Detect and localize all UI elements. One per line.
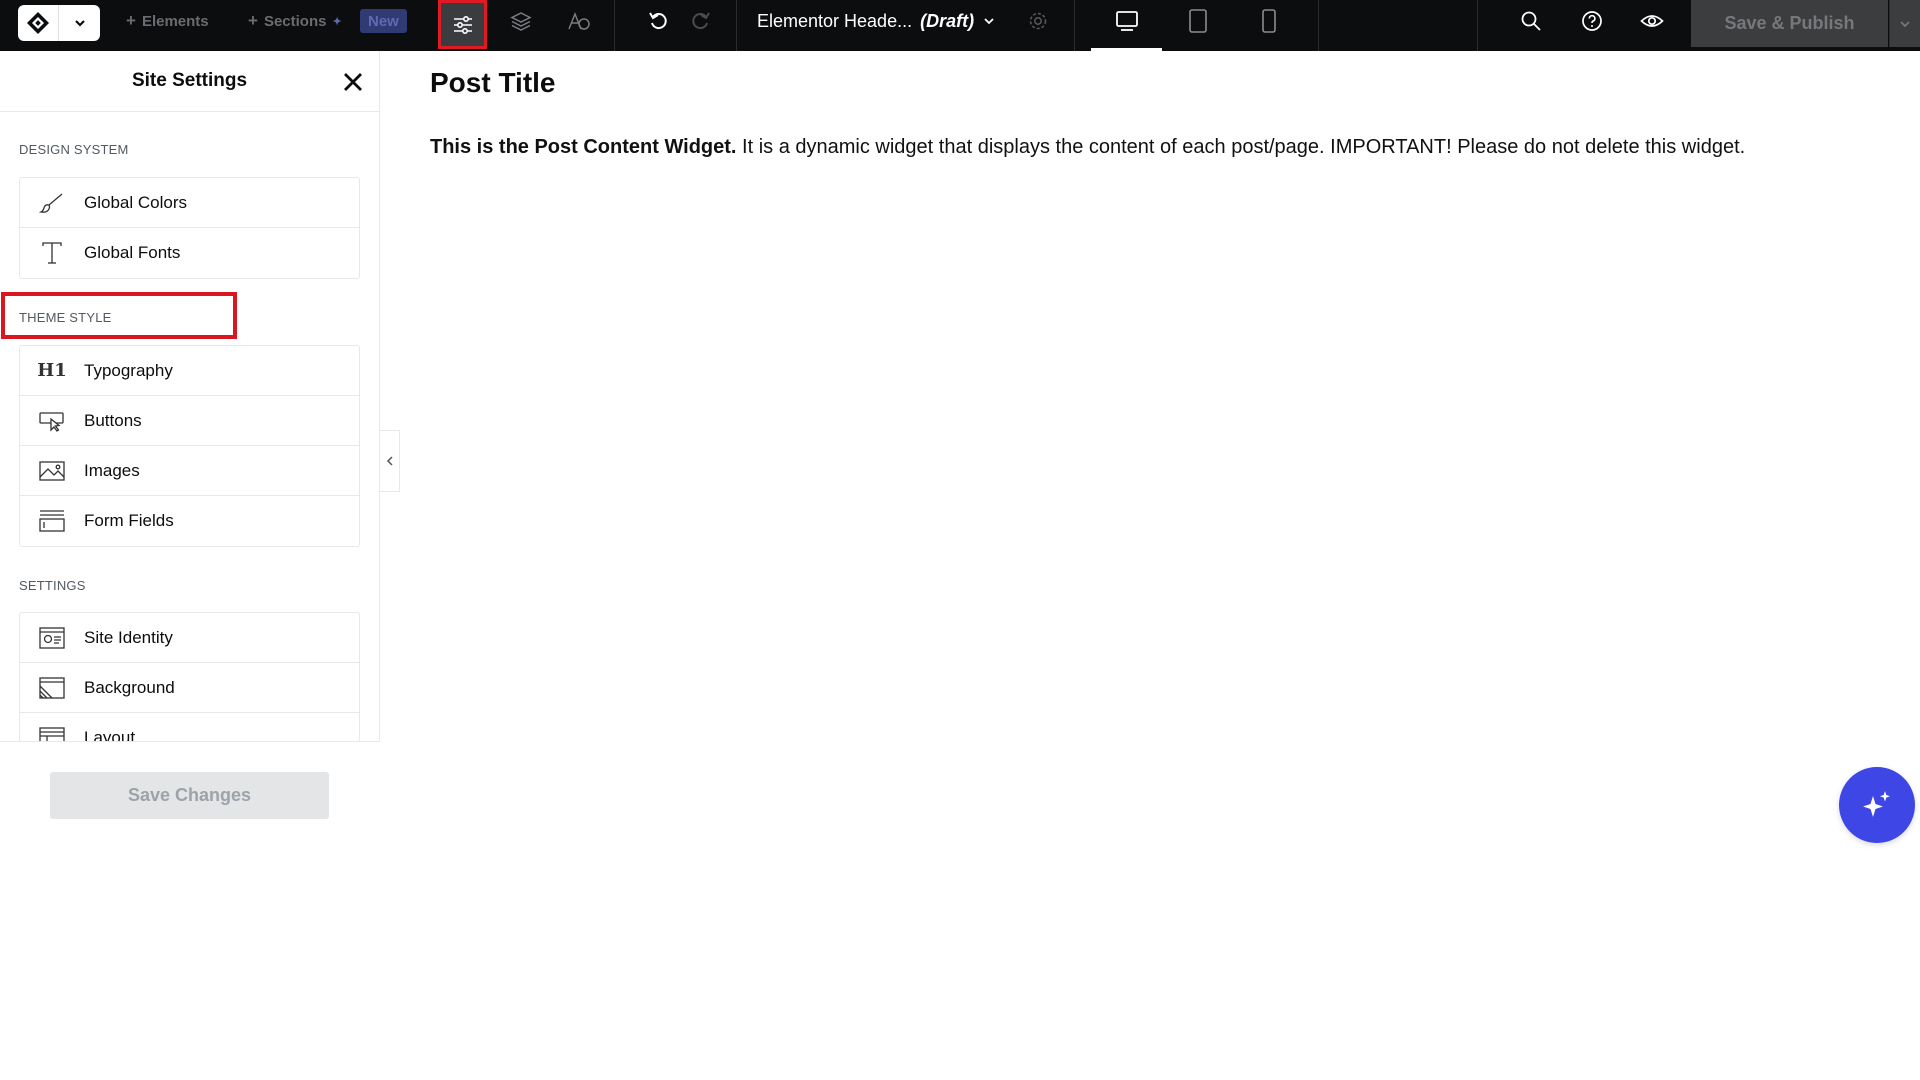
plus-icon: + (248, 11, 258, 30)
plus-icon: + (126, 11, 136, 30)
eye-icon (1640, 15, 1664, 27)
desktop-view-button[interactable] (1104, 0, 1150, 42)
top-bar: + Elements + Sections ✦ New Elementor He… (0, 0, 1920, 51)
save-changes-button[interactable]: Save Changes (50, 772, 329, 819)
search-button[interactable] (1508, 0, 1554, 42)
menu-item-global-fonts[interactable]: Global Fonts (20, 228, 359, 278)
mobile-icon (1262, 9, 1276, 33)
toolbar-divider (1318, 0, 1319, 51)
collapse-panel-button[interactable] (380, 430, 400, 492)
toolbar-divider (614, 0, 615, 51)
document-status: (Draft) (920, 10, 975, 31)
toolbar-divider (736, 0, 737, 51)
preview-button[interactable] (1629, 0, 1675, 42)
redo-button[interactable] (677, 0, 723, 42)
post-title[interactable]: Post Title (430, 67, 556, 99)
chevron-down-icon (984, 18, 994, 25)
post-content-bold: This is the Post Content Widget. (430, 136, 737, 158)
site-identity-icon (20, 626, 84, 650)
post-content-text: It is a dynamic widget that displays the… (736, 136, 1746, 158)
search-icon (1521, 11, 1541, 31)
panel-title: Site Settings (131, 70, 248, 91)
document-title: Elementor Heade... (757, 10, 913, 31)
form-field-icon (20, 509, 84, 533)
menu-item-label: Form Fields (84, 511, 174, 530)
menu-item-form-fields[interactable]: Form Fields (20, 496, 359, 546)
menu-item-label: Background (84, 677, 175, 697)
post-content-widget[interactable]: This is the Post Content Widget. It is a… (430, 136, 1900, 159)
image-icon (20, 460, 84, 482)
layers-icon (510, 12, 532, 31)
theme-style-group: H1 Typography Buttons Images Form Fields (19, 345, 360, 547)
text-t-icon (20, 241, 84, 265)
toolbar-divider (1477, 0, 1478, 51)
elements-button[interactable]: + Elements (126, 0, 209, 42)
help-button[interactable] (1569, 0, 1615, 42)
page-settings-button[interactable] (1015, 0, 1061, 42)
menu-item-site-identity[interactable]: Site Identity (20, 613, 359, 663)
tablet-icon (1189, 9, 1207, 33)
help-icon (1582, 11, 1602, 31)
menu-item-global-colors[interactable]: Global Colors (20, 178, 359, 228)
theme-style-highlight (1, 292, 237, 339)
menu-item-label: Images (84, 460, 140, 480)
chevron-left-icon (386, 456, 393, 466)
site-settings-panel: Site Settings DESIGN SYSTEM Global Color… (0, 51, 380, 858)
menu-item-label: Global Fonts (84, 243, 181, 262)
background-icon (20, 676, 84, 700)
elementor-logo-icon (18, 5, 58, 41)
button-cursor-icon (20, 410, 84, 432)
menu-item-label: Global Colors (84, 192, 187, 212)
document-title-dropdown[interactable]: Elementor Heade... (Draft) (757, 0, 996, 42)
tablet-view-button[interactable] (1175, 0, 1221, 42)
menu-item-label: Buttons (84, 410, 142, 430)
menu-item-images[interactable]: Images (20, 446, 359, 496)
close-panel-button[interactable] (340, 69, 366, 95)
structure-button[interactable] (498, 0, 544, 42)
brush-icon (20, 192, 84, 214)
design-system-group: Global Colors Global Fonts (19, 177, 360, 279)
new-badge: New (360, 9, 407, 33)
panel-header: Site Settings (0, 51, 379, 112)
sections-button[interactable]: + Sections ✦ (248, 0, 342, 42)
toolbar-divider (1074, 0, 1075, 51)
active-device-indicator (1091, 48, 1162, 51)
ai-assistant-button[interactable] (1839, 767, 1915, 843)
site-kit-button[interactable] (556, 0, 602, 42)
panel-footer: Save Changes (0, 742, 380, 858)
undo-icon (649, 12, 667, 30)
menu-item-typography[interactable]: H1 Typography (20, 346, 359, 396)
undo-button[interactable] (636, 0, 682, 42)
save-publish-button[interactable]: Save & Publish (1691, 0, 1888, 47)
logo-menu-button[interactable] (18, 5, 100, 41)
chevron-down-icon (59, 5, 100, 41)
menu-item-label: Typography (84, 360, 173, 380)
menu-item-label: Site Identity (84, 627, 173, 647)
design-system-heading: DESIGN SYSTEM (19, 142, 129, 157)
close-icon (344, 73, 362, 91)
gear-icon (1029, 12, 1047, 30)
shapes-icon (568, 11, 590, 30)
menu-item-layout[interactable]: Layout (20, 713, 359, 742)
publish-options-button[interactable] (1889, 0, 1920, 47)
ai-sparkle-icon (1863, 791, 1890, 817)
settings-heading: SETTINGS (19, 578, 86, 593)
sliders-icon (453, 15, 472, 34)
heading-h1-icon: H1 (37, 360, 67, 381)
elements-label: Elements (141, 12, 209, 30)
menu-item-background[interactable]: Background (20, 663, 359, 713)
sparkle-icon: ✦ (332, 15, 342, 28)
redo-icon (692, 12, 710, 30)
mobile-view-button[interactable] (1246, 0, 1292, 42)
sections-label: Sections (263, 12, 327, 30)
settings-group: Site Identity Background Layout (19, 612, 360, 742)
menu-item-label: Layout (84, 728, 136, 742)
menu-item-buttons[interactable]: Buttons (20, 396, 359, 446)
layout-icon (20, 726, 84, 742)
site-settings-button[interactable] (438, 0, 487, 49)
desktop-icon (1116, 11, 1138, 31)
chevron-down-icon (1900, 20, 1910, 27)
